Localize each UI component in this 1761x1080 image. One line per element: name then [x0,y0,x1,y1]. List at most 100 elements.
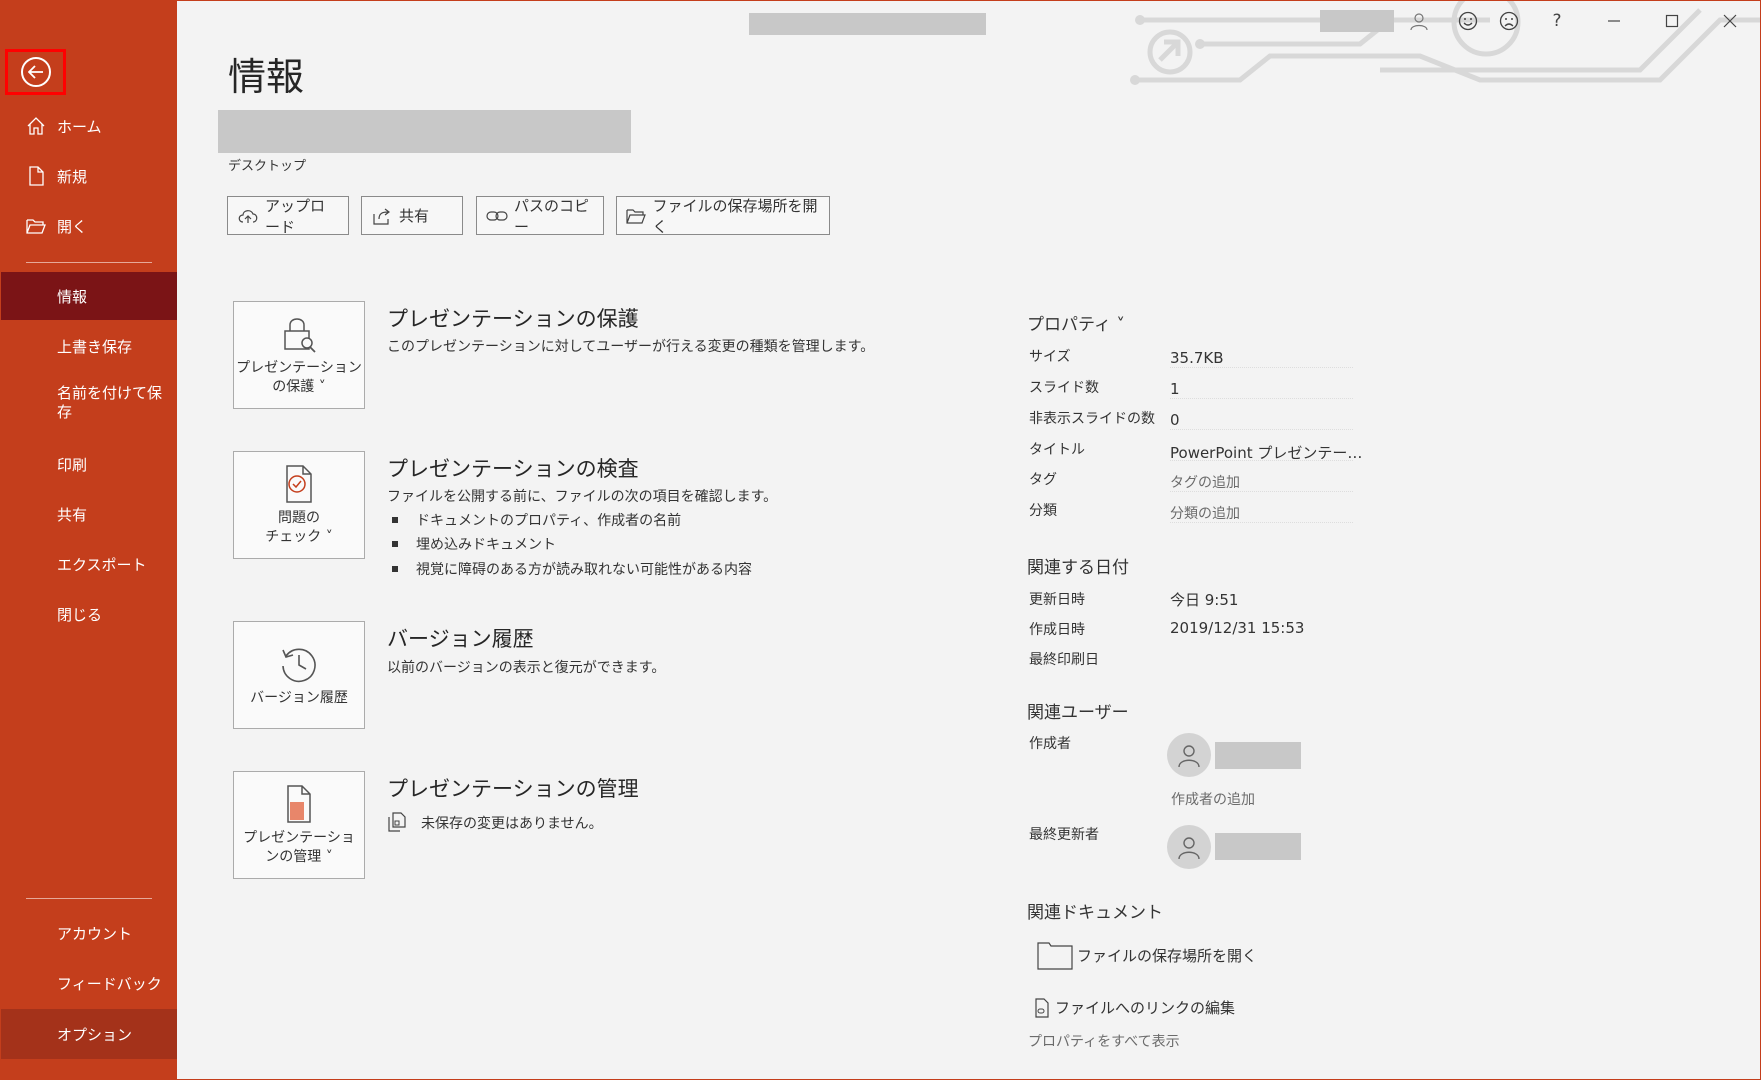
sidebar-item-account[interactable]: アカウント [0,909,177,957]
manage-document-icon [278,783,320,825]
close-icon[interactable] [1713,6,1747,36]
frown-icon[interactable] [1492,6,1526,36]
card-label: の保護 ˅ [272,379,326,395]
manage-title: プレゼンテーションの管理 [387,777,639,801]
sidebar-item-label: アカウント [57,924,133,943]
open-file-location-link[interactable]: ファイルの保存場所を開く [1037,940,1257,970]
property-label: 非表示スライドの数 [1029,411,1155,427]
user-icon[interactable] [1402,6,1436,36]
author-name-redacted [1215,742,1301,769]
cloud-upload-icon [237,206,259,226]
link-document-icon [1035,997,1049,1018]
related-people-heading: 関連ユーザー [1027,703,1129,723]
property-field [1170,379,1353,399]
sidebar-item-share[interactable]: 共有 [0,490,177,538]
property-label: 作成日時 [1029,622,1085,638]
lock-icon [278,313,320,355]
add-tag-field[interactable]: タグの追加 [1170,472,1240,492]
card-label: プレゼンテーション [236,360,362,376]
back-button[interactable] [20,57,51,87]
sidebar-item-new[interactable]: 新規 [0,152,177,200]
document-status-icon [388,812,406,832]
version-history-button[interactable]: バージョン履歴 [233,621,365,729]
open-folder-icon [25,215,47,237]
copy-path-button[interactable]: パスのコピー [476,196,604,236]
document-title-redacted [749,13,986,35]
sidebar-item-print[interactable]: 印刷 [0,440,177,488]
protect-description: このプレゼンテーションに対してユーザーが行える変更の種類を管理します。 [387,339,875,355]
title-value[interactable]: PowerPoint プレゼンテー… [1170,442,1362,463]
sidebar-divider [26,262,152,263]
sidebar-item-label: 名前を付けて保存 [57,384,163,421]
list-item: 埋め込みドキュメント [392,534,556,554]
sidebar-item-options[interactable]: オプション [0,1009,177,1059]
protect-presentation-button[interactable]: プレゼンテーション の保護 ˅ [233,301,365,409]
upload-button[interactable]: アップロード [227,196,349,236]
property-value: 今日 9:51 [1170,591,1239,609]
version-title: バージョン履歴 [387,627,534,651]
account-name-redacted [1320,10,1394,32]
folder-icon [626,206,647,226]
file-name-redacted [218,110,631,153]
inspect-title: プレゼンテーションの検査 [387,457,639,481]
property-label: サイズ [1029,349,1071,365]
sidebar-item-label: 情報 [57,287,88,306]
sidebar-item-info[interactable]: 情報 [0,272,177,320]
help-label: ? [1552,11,1562,31]
property-label: 更新日時 [1029,592,1085,608]
list-item: ドキュメントのプロパティ、作成者の名前 [392,510,681,530]
property-value: 1 [1170,380,1180,398]
share-button[interactable]: 共有 [361,196,463,235]
sidebar-item-label: エクスポート [57,555,147,574]
share-label: 共有 [399,207,430,225]
minimize-icon[interactable] [1597,6,1631,36]
help-icon[interactable]: ? [1540,6,1574,36]
property-label: スライド数 [1029,380,1099,396]
backstage-sidebar: ホーム 新規 開く 情報 上書き保存 名前を付けて保存 印刷 共有 エクスポート… [0,0,177,1080]
property-label: タイトル [1029,442,1085,458]
properties-dropdown[interactable]: プロパティ ˅ [1027,310,1125,335]
maximize-icon[interactable] [1655,6,1689,36]
sidebar-item-label: ホーム [57,117,102,136]
user-icon [1178,745,1200,768]
copy-path-label: パスのコピー [514,196,590,236]
open-file-location-label: ファイルの保存場所を開く [1077,946,1258,965]
edit-links-label: ファイルへのリンクの編集 [1055,999,1236,1017]
add-author-link[interactable]: 作成者の追加 [1171,789,1255,809]
manage-presentation-button[interactable]: プレゼンテーショ ンの管理 ˅ [233,771,365,879]
bullet-icon [392,517,398,523]
card-label: バージョン履歴 [250,689,348,706]
sidebar-item-open[interactable]: 開く [0,202,177,250]
sidebar-item-label: 新規 [57,167,88,186]
open-file-location-label: ファイルの保存場所を開く [652,196,818,236]
property-value: 0 [1170,411,1180,429]
property-label: 最終印刷日 [1029,652,1099,668]
list-item-text: 埋め込みドキュメント [416,537,556,553]
smile-icon[interactable] [1451,6,1485,36]
sidebar-item-save[interactable]: 上書き保存 [0,322,177,370]
related-documents-heading: 関連ドキュメント [1027,903,1163,923]
share-icon [371,206,393,226]
edit-links-link[interactable]: ファイルへのリンクの編集 [1033,997,1235,1018]
sidebar-item-export[interactable]: エクスポート [0,540,177,588]
upload-label: アップロード [265,196,326,236]
page-title: 情報 [228,55,305,99]
check-for-issues-button[interactable]: 問題の チェック ˅ [233,451,365,559]
sidebar-item-label: 閉じる [57,605,103,624]
inspect-description: ファイルを公開する前に、ファイルの次の項目を確認します。 [387,489,778,505]
user-icon [1178,837,1200,860]
sidebar-item-save-as[interactable]: 名前を付けて保存 [0,384,177,428]
sidebar-item-home[interactable]: ホーム [0,102,177,150]
show-all-properties-link[interactable]: プロパティをすべて表示 [1028,1031,1180,1051]
open-file-location-button[interactable]: ファイルの保存場所を開く [616,196,830,236]
list-item: 視覚に障碍のある方が読み取れない可能性がある内容 [392,559,752,579]
sidebar-item-close[interactable]: 閉じる [0,590,177,638]
avatar [1167,733,1211,777]
sidebar-item-feedback[interactable]: フィードバック [0,959,177,1007]
back-button-highlight[interactable] [5,49,66,95]
new-document-icon [25,165,47,187]
sidebar-item-label: オプション [57,1025,133,1044]
bullet-icon [392,566,398,572]
add-category-field[interactable]: 分類の追加 [1170,503,1240,523]
card-label: チェック ˅ [265,529,333,545]
